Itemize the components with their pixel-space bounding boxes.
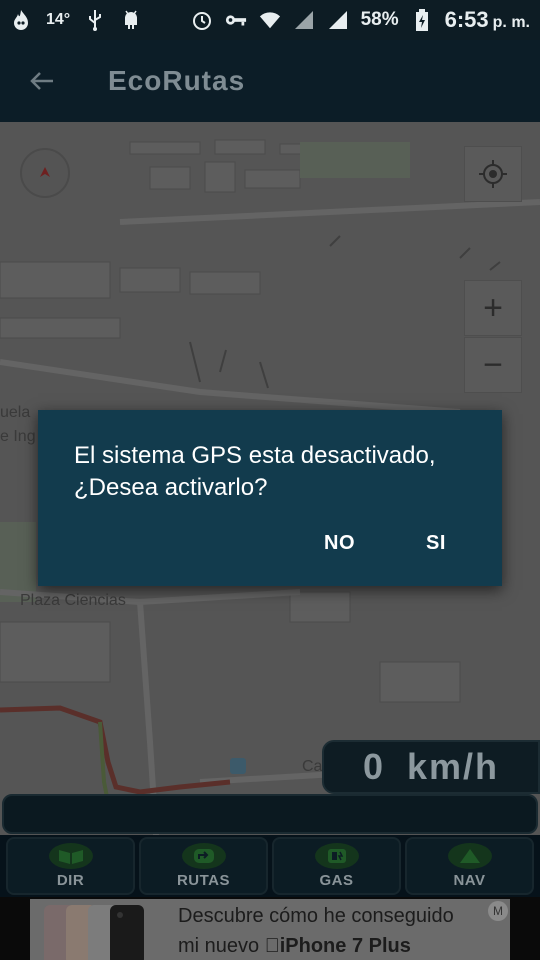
bus-stop-icon (230, 758, 246, 774)
battery-percent: 58% (360, 9, 399, 30)
nav-rutas[interactable]: RUTAS (139, 837, 268, 895)
ad-text: Descubre cómo he conseguido mi nuevo iP… (178, 901, 454, 960)
clock-time: 6:53 (444, 7, 489, 32)
nav-dir[interactable]: DIR (6, 837, 135, 895)
ad-brand: iPhone 7 Plus (264, 935, 411, 957)
ad-line2-prefix: mi nuevo (178, 935, 265, 957)
no-button[interactable]: NO (324, 532, 355, 555)
bottom-nav: DIR RUTAS GAS NAV (0, 835, 540, 897)
wifi-icon (259, 9, 281, 31)
nav-label: GAS (319, 872, 354, 889)
signal-icon (327, 9, 349, 31)
zoom-out-button[interactable]: − (464, 337, 522, 393)
arrow-left-icon (30, 72, 53, 90)
ad-mark: M (488, 901, 508, 921)
ad-content[interactable]: Descubre cómo he conseguido mi nuevo iP… (30, 899, 510, 960)
dialog-message: El sistema GPS esta desactivado, ¿Desea … (74, 442, 436, 501)
clock-ampm: p. m. (492, 14, 530, 31)
speed-unit: km/h (407, 746, 500, 787)
temperature: 14° (46, 11, 71, 28)
android-icon (120, 9, 142, 31)
locate-button[interactable] (464, 146, 522, 202)
map-label: Ca (302, 758, 323, 775)
route-info-bar (2, 794, 538, 834)
compass-icon (40, 167, 50, 177)
app-bar: EcoRutas (0, 40, 540, 122)
back-button[interactable] (22, 61, 62, 101)
fuel-icon (314, 843, 359, 869)
yes-button[interactable]: SI (426, 532, 446, 555)
navigate-icon (447, 843, 492, 869)
nav-label: RUTAS (176, 872, 231, 889)
ad-banner[interactable]: Descubre cómo he conseguido mi nuevo iP… (0, 897, 540, 960)
gps-dialog: El sistema GPS esta desactivado, ¿Desea … (38, 410, 502, 586)
apple-icon:  (265, 935, 280, 957)
flame-icon (10, 9, 32, 31)
signal-icon (293, 9, 315, 31)
map-label: e Ing (0, 428, 36, 445)
speed-value: 0 (362, 746, 385, 787)
crosshair-icon (479, 160, 507, 188)
map-label: uela (0, 404, 31, 421)
compass-button[interactable] (20, 148, 70, 198)
nav-label: NAV (453, 872, 486, 889)
map-label-plaza: Plaza Ciencias (20, 592, 126, 609)
battery-icon (411, 9, 433, 31)
app-title: EcoRutas (108, 65, 246, 96)
phones-image (44, 905, 144, 960)
usb-icon (84, 9, 106, 31)
ad-line1: Descubre cómo he conseguido (178, 905, 454, 927)
zoom-in-button[interactable]: + (464, 280, 522, 336)
key-icon (225, 9, 247, 31)
speed-display: 0 km/h (322, 740, 540, 794)
book-icon (48, 843, 93, 869)
nav-gas[interactable]: GAS (272, 837, 401, 895)
nav-nav[interactable]: NAV (405, 837, 534, 895)
alarm-icon (191, 9, 213, 31)
nav-label: DIR (56, 872, 85, 889)
status-bar: 14° 58% 6:53 p. m. (0, 0, 540, 40)
route-arrow-icon (181, 843, 226, 869)
